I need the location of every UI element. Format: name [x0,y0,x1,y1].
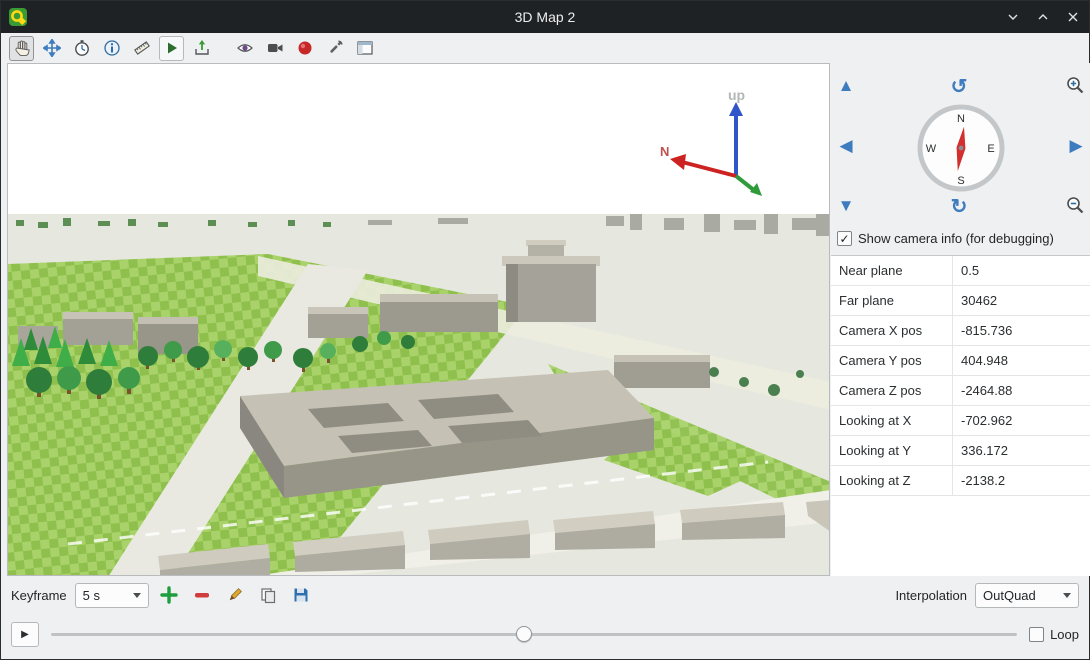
compass-s-label: S [957,175,964,187]
add-keyframe-button[interactable] [157,583,182,608]
timeline-slider[interactable] [51,622,1017,646]
interpolation-value: OutQuad [983,588,1053,603]
qgis-3d-map-window: { "window": { "title": "3D Map 2" }, "to… [0,0,1090,660]
window-controls [1005,1,1081,33]
table-row: Camera Y pos 404.948 [831,346,1090,376]
save-keyframe-button[interactable] [289,583,314,608]
minimize-icon[interactable] [1005,9,1021,25]
remove-keyframe-button[interactable] [190,583,215,608]
3d-viewport[interactable]: up N [7,63,830,576]
nav-down-button[interactable]: ▼ [835,195,857,217]
table-row: Far plane 30462 [831,286,1090,316]
camera-info-check-glyph: ✓ [839,233,849,245]
row-value: 336.172 [953,436,1090,466]
camera-navigation: ▲ ↺ ◀ N E S W ▶ ▼ ↻ [831,63,1090,229]
compass-w-label: W [926,143,937,155]
zoom-in-button[interactable] [1065,75,1087,97]
loop-checkbox-row: Loop [1029,627,1079,642]
rotate-down-button[interactable]: ↻ [947,194,971,218]
nav-right-button[interactable]: ▶ [1065,135,1087,157]
rotate-up-button[interactable]: ↺ [947,74,971,98]
row-label: Looking at X [831,406,953,436]
row-label: Near plane [831,256,953,286]
row-value: 30462 [953,286,1090,316]
camera-icon[interactable] [262,36,287,61]
shadow-sphere-icon[interactable] [292,36,317,61]
edit-keyframe-button[interactable] [223,583,248,608]
row-value: -815.736 [953,316,1090,346]
zoom-full-icon[interactable] [39,36,64,61]
window-title: 3D Map 2 [1,9,1089,25]
chevron-down-icon [133,593,141,598]
toggle-eye-icon[interactable] [232,36,257,61]
axis-indicator: up N [656,78,786,198]
interpolation-label: Interpolation [895,588,967,603]
row-label: Camera Z pos [831,376,953,406]
nav-up-button[interactable]: ▲ [835,75,857,97]
row-label: Looking at Y [831,436,953,466]
play-button[interactable]: ▶ [11,622,39,647]
dock-panel-icon[interactable] [352,36,377,61]
table-row: Near plane 0.5 [831,256,1090,286]
animation-clock-icon[interactable] [69,36,94,61]
camera-info-checkbox-label: Show camera info (for debugging) [858,231,1054,246]
table-row: Looking at X -702.962 [831,406,1090,436]
camera-info-checkbox[interactable]: ✓ [837,231,852,246]
row-value: -2464.88 [953,376,1090,406]
duplicate-keyframe-button[interactable] [256,583,281,608]
table-row: Looking at Y 336.172 [831,436,1090,466]
table-row: Camera X pos -815.736 [831,316,1090,346]
compass-e-label: E [987,143,994,155]
row-value: -2138.2 [953,466,1090,496]
row-label: Camera Y pos [831,346,953,376]
camera-info-table: Near plane 0.5 Far plane 30462 Camera X … [831,255,1090,576]
compass[interactable]: N E S W [915,102,1007,194]
row-value: -702.962 [953,406,1090,436]
loop-label: Loop [1050,627,1079,642]
chevron-down-icon [1063,593,1071,598]
row-value: 0.5 [953,256,1090,286]
identify-icon[interactable] [99,36,124,61]
zoom-out-button[interactable] [1065,195,1087,217]
table-row: Camera Z pos -2464.88 [831,376,1090,406]
keyframe-duration-value: 5 s [83,588,123,603]
measure-line-icon[interactable] [129,36,154,61]
keyframe-bar: Keyframe 5 s Interp [1,576,1089,614]
settings-wrench-icon[interactable] [322,36,347,61]
row-label: Looking at Z [831,466,953,496]
timeline-slider-groove[interactable] [51,633,1017,636]
titlebar: 3D Map 2 [1,1,1089,33]
interpolation-select[interactable]: OutQuad [975,583,1079,608]
export-scene-icon[interactable] [189,36,214,61]
camera-info-checkbox-row: ✓ Show camera info (for debugging) [837,231,1054,246]
pan-tool-icon[interactable] [9,36,34,61]
maximize-icon[interactable] [1035,9,1051,25]
keyframe-label: Keyframe [11,588,67,603]
row-label: Camera X pos [831,316,953,346]
table-row: Looking at Z -2138.2 [831,466,1090,496]
play-animation-icon[interactable] [159,36,184,61]
loop-checkbox[interactable] [1029,627,1044,642]
row-value: 404.948 [953,346,1090,376]
side-panel: ▲ ↺ ◀ N E S W ▶ ▼ ↻ [831,63,1090,576]
compass-n-label: N [957,113,965,125]
playback-row: ▶ Loop [1,614,1089,654]
keyframe-duration-select[interactable]: 5 s [75,583,149,608]
close-icon[interactable] [1065,9,1081,25]
axis-up-label: up [728,87,745,103]
nav-left-button[interactable]: ◀ [835,135,857,157]
timeline-slider-handle[interactable] [516,626,532,642]
toolbar [1,33,1089,63]
row-label: Far plane [831,286,953,316]
axis-north-label: N [660,144,669,159]
